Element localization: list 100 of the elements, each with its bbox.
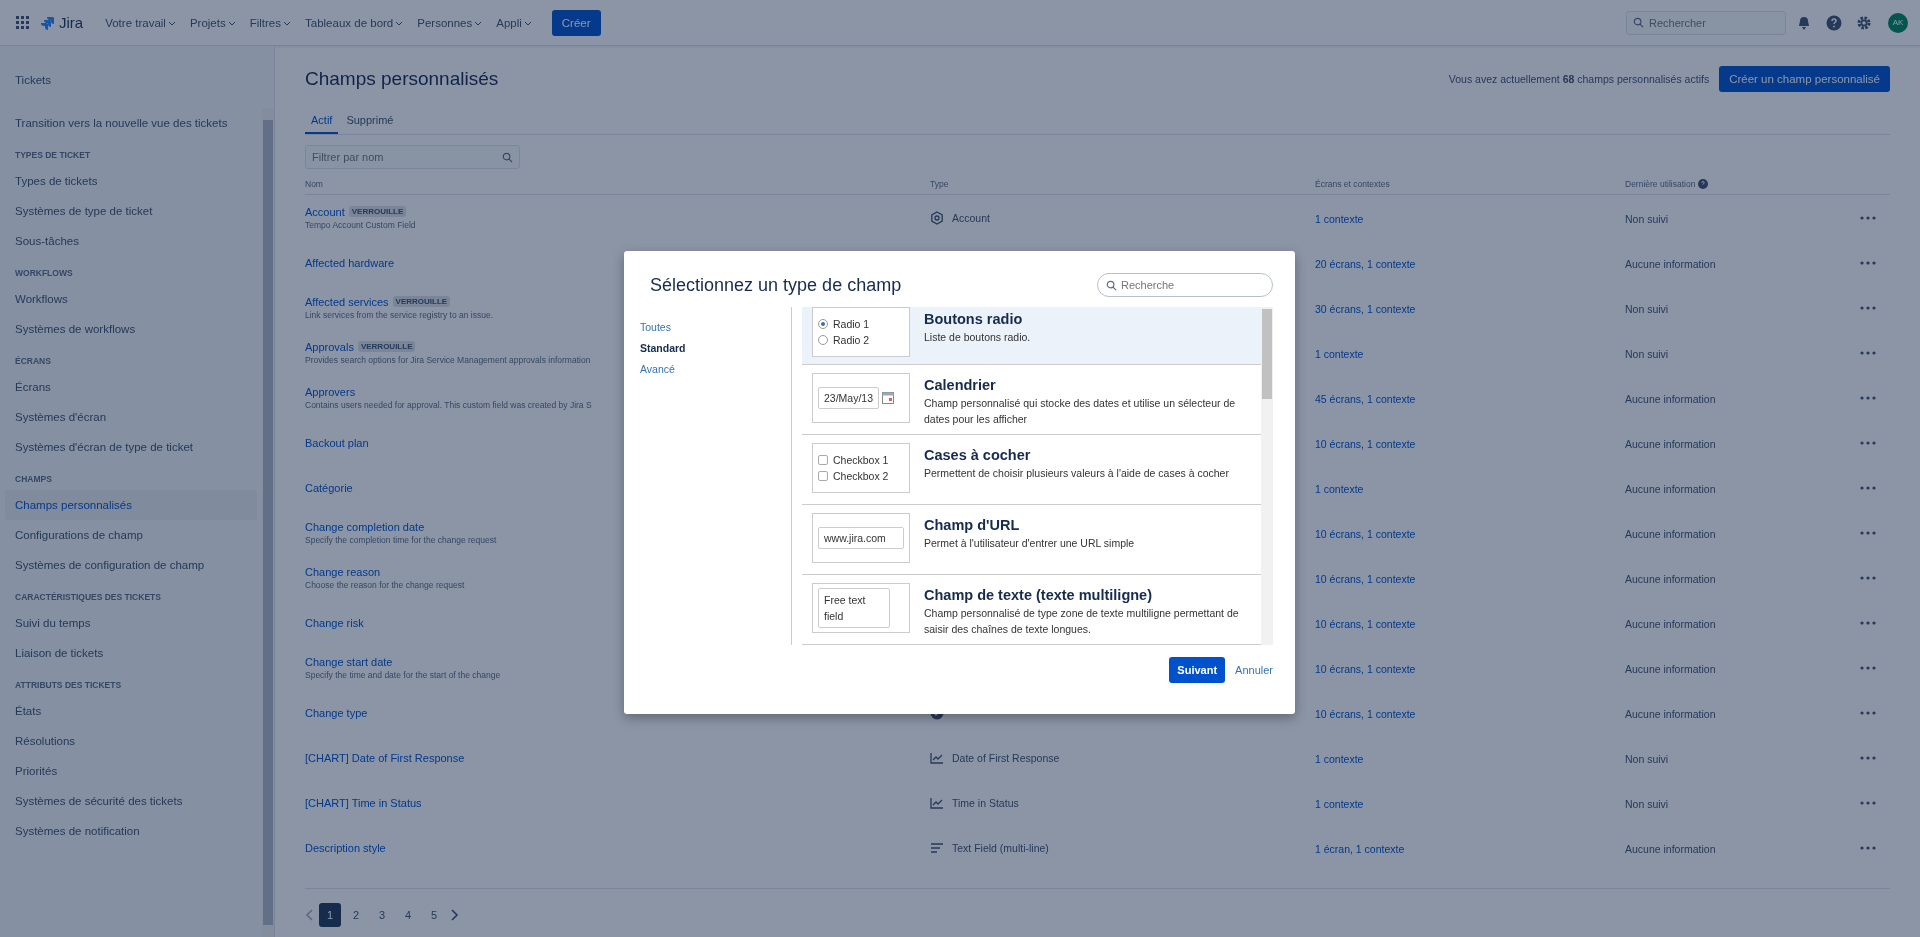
page-button[interactable]: 5: [423, 903, 445, 927]
contexts-link[interactable]: 10 écrans, 1 contexte: [1315, 437, 1416, 450]
last-used-text: Non suivi: [1625, 797, 1669, 810]
field-name-link[interactable]: Change risk: [305, 616, 364, 629]
contexts-link[interactable]: 10 écrans, 1 contexte: [1315, 527, 1416, 540]
nav-menu-item[interactable]: Personnes: [413, 12, 487, 33]
field-name-link[interactable]: [CHART] Time in Status: [305, 796, 422, 809]
field-type-description: Champ personnalisé de type zone de texte multiligne permettant de saisir des chaînes de texte longues.: [924, 606, 1240, 637]
field-name-link[interactable]: Change type: [305, 706, 368, 719]
sidebar-item[interactable]: Systèmes de sécurité des tickets: [5, 786, 257, 816]
search-icon: [502, 151, 513, 163]
more-icon: [1860, 800, 1876, 805]
nav-menu-item[interactable]: Votre travail: [101, 12, 180, 33]
sidebar-item[interactable]: Suivi du temps: [5, 608, 257, 638]
contexts-link[interactable]: 1 écran, 1 contexte: [1315, 842, 1405, 855]
page-button[interactable]: 2: [345, 903, 367, 927]
contexts-link[interactable]: 10 écrans, 1 contexte: [1315, 617, 1416, 630]
column-header[interactable]: Nom: [305, 179, 323, 189]
sidebar-item[interactable]: Transition vers la nouvelle vue des tickets: [5, 108, 257, 138]
product-logo[interactable]: Jira: [40, 14, 84, 31]
field-name-link[interactable]: Approvers: [305, 385, 356, 398]
scrollbar[interactable]: [262, 108, 274, 937]
nav-menu-item[interactable]: Appli: [492, 12, 536, 33]
contexts-link[interactable]: 30 écrans, 1 contexte: [1315, 302, 1416, 315]
field-name-link[interactable]: Account: [305, 205, 345, 218]
tab[interactable]: Actif: [305, 108, 339, 134]
field-type-option[interactable]: Radio 1 Radio 2 Boutons radio Liste de boutons radio.: [802, 307, 1261, 365]
sidebar-item[interactable]: États: [5, 696, 257, 726]
more-icon: [1860, 575, 1876, 580]
contexts-link[interactable]: 1 contexte: [1315, 347, 1364, 360]
sidebar-item[interactable]: Résolutions: [5, 726, 257, 756]
sidebar-item[interactable]: Systèmes de configuration de champ: [5, 550, 257, 580]
more-icon: [1860, 350, 1876, 355]
create-field-button[interactable]: Créer un champ personnalisé: [1719, 66, 1890, 92]
sidebar-item[interactable]: Priorités: [5, 756, 257, 786]
nav-menu-item[interactable]: Projets: [185, 12, 240, 33]
page-button[interactable]: 3: [371, 903, 393, 927]
field-name-link[interactable]: Description style: [305, 841, 386, 854]
field-name-link[interactable]: Backout plan: [305, 436, 369, 449]
contexts-link[interactable]: 10 écrans, 1 contexte: [1315, 662, 1416, 675]
create-button[interactable]: Créer: [551, 9, 601, 36]
field-name-link[interactable]: Catégorie: [305, 481, 353, 494]
contexts-link[interactable]: 1 contexte: [1315, 212, 1364, 225]
sidebar-item[interactable]: Systèmes de notification: [5, 816, 257, 846]
contexts-link[interactable]: 1 contexte: [1315, 797, 1364, 810]
contexts-link[interactable]: 45 écrans, 1 contexte: [1315, 392, 1416, 405]
contexts-link[interactable]: 1 contexte: [1315, 752, 1364, 765]
category-link[interactable]: Avancé: [640, 363, 791, 375]
field-name-link[interactable]: Change completion date: [305, 520, 425, 533]
filter-box[interactable]: Filtrer par nom: [305, 145, 520, 169]
page-button[interactable]: 4: [397, 903, 419, 927]
last-used-text: Non suivi: [1625, 347, 1669, 360]
field-name-link[interactable]: [CHART] Date of First Response: [305, 751, 465, 764]
url-field: www.jira.com: [818, 527, 904, 549]
filter-field[interactable]: Filtrer par nom: [312, 146, 502, 168]
column-header[interactable]: Écrans et contextes: [1315, 179, 1390, 189]
more-icon: [1860, 305, 1876, 310]
last-used-text: Aucune information: [1625, 572, 1716, 585]
nav-menu-item[interactable]: Tableaux de bord: [301, 12, 408, 33]
field-name-link[interactable]: Change reason: [305, 565, 381, 578]
sidebar-item[interactable]: Liaison de tickets: [5, 638, 257, 668]
sidebar-item[interactable]: Systèmes d'écran: [5, 402, 257, 432]
column-header[interactable]: Type: [930, 179, 949, 189]
field-name-link[interactable]: Approvals: [305, 340, 354, 353]
date-field: 23/May/13: [818, 387, 880, 409]
sidebar-item[interactable]: Types de tickets: [5, 166, 257, 196]
dialog-search-field[interactable]: Recherche: [1121, 274, 1264, 296]
sidebar-item[interactable]: Systèmes de type de ticket: [5, 196, 257, 226]
sidebar-title: Tickets: [14, 73, 52, 88]
contexts-link[interactable]: 20 écrans, 1 contexte: [1315, 257, 1416, 270]
cancel-link[interactable]: Annuler: [1235, 664, 1273, 676]
sidebar-item[interactable]: Systèmes de workflows: [5, 314, 257, 344]
page-button[interactable]: 1: [319, 903, 341, 927]
search-box[interactable]: Rechercher: [1626, 10, 1786, 35]
sidebar-item[interactable]: Champs personnalisés: [5, 490, 257, 520]
category-link[interactable]: Toutes: [640, 321, 791, 333]
sidebar-item[interactable]: Workflows: [5, 284, 257, 314]
field-type: Time in Status: [952, 796, 1019, 809]
column-header[interactable]: Dernière utilisation: [1625, 179, 1696, 189]
nav-menu-item[interactable]: Filtres: [245, 12, 295, 33]
search-field[interactable]: Rechercher: [1649, 11, 1779, 34]
sidebar-item[interactable]: Configurations de champ: [5, 520, 257, 550]
next-button[interactable]: Suivant: [1169, 657, 1226, 683]
user-avatar[interactable]: AK: [1888, 12, 1908, 33]
sidebar-item[interactable]: Sous-tâches: [5, 226, 257, 256]
text-lines-icon: [930, 842, 944, 853]
field-type-name: Cases à cocher: [924, 447, 1032, 463]
tab[interactable]: Supprimé: [340, 108, 400, 134]
contexts-link[interactable]: 10 écrans, 1 contexte: [1315, 707, 1416, 720]
field-name-link[interactable]: Affected services: [305, 295, 389, 308]
scrollbar[interactable]: [1261, 307, 1273, 645]
field-name-link[interactable]: Affected hardware: [305, 256, 395, 269]
contexts-link[interactable]: 1 contexte: [1315, 482, 1364, 495]
radio-option: Radio 1: [818, 318, 904, 330]
sidebar-item[interactable]: Écrans: [5, 372, 257, 402]
contexts-link[interactable]: 10 écrans, 1 contexte: [1315, 572, 1416, 585]
chevron-right-icon[interactable]: [449, 909, 459, 921]
field-name-link[interactable]: Change start date: [305, 655, 393, 668]
category-link[interactable]: Standard: [640, 342, 791, 354]
sidebar-item[interactable]: Systèmes d'écran de type de ticket: [5, 432, 257, 462]
